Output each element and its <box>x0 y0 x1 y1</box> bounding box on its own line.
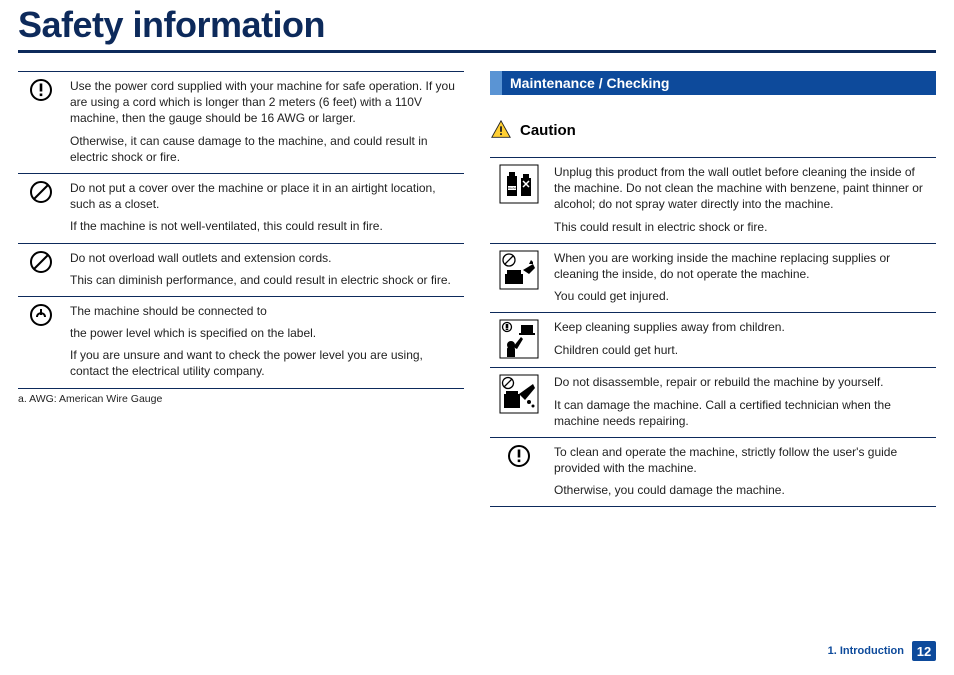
safety-paragraph: To clean and operate the machine, strict… <box>554 444 930 476</box>
content-columns: Use the power cord supplied with your ma… <box>18 71 936 507</box>
safety-row-text: Unplug this product from the wall outlet… <box>548 158 936 244</box>
safety-row-text: Use the power cord supplied with your ma… <box>64 72 464 174</box>
safety-row: Alcohol Unplug this product from the wal… <box>490 158 936 244</box>
safety-row: Use the power cord supplied with your ma… <box>18 72 464 174</box>
safety-paragraph: the power level which is specified on th… <box>70 325 458 341</box>
chapter-label: 1. Introduction <box>828 645 904 657</box>
caution-heading: Caution <box>490 119 936 141</box>
safety-paragraph: This could result in electric shock or f… <box>554 219 930 235</box>
svg-text:Alcohol: Alcohol <box>507 186 517 190</box>
safety-paragraph: It can damage the machine. Call a certif… <box>554 397 930 429</box>
safety-paragraph: Keep cleaning supplies away from childre… <box>554 319 930 335</box>
safety-paragraph: The machine should be connected to <box>70 303 458 319</box>
power-label-icon <box>18 296 64 388</box>
no-disassemble-icon <box>490 368 548 438</box>
safety-row: When you are working inside the machine … <box>490 243 936 313</box>
right-safety-table: Alcohol Unplug this product from the wal… <box>490 157 936 507</box>
safety-paragraph: Do not overload wall outlets and extensi… <box>70 250 458 266</box>
safety-row: To clean and operate the machine, strict… <box>490 437 936 507</box>
safety-paragraph: Do not put a cover over the machine or p… <box>70 180 458 212</box>
safety-paragraph: Do not disassemble, repair or rebuild th… <box>554 374 930 390</box>
safety-row: Do not disassemble, repair or rebuild th… <box>490 368 936 438</box>
safety-paragraph: This can diminish performance, and could… <box>70 272 458 288</box>
safety-paragraph: Otherwise, you could damage the machine. <box>554 482 930 498</box>
section-heading-bar: Maintenance / Checking <box>490 71 936 95</box>
safety-row-text: Do not put a cover over the machine or p… <box>64 173 464 243</box>
safety-row-text: Do not overload wall outlets and extensi… <box>64 243 464 296</box>
caution-icon <box>490 119 512 141</box>
safety-paragraph: Unplug this product from the wall outlet… <box>554 164 930 213</box>
safety-row-text: To clean and operate the machine, strict… <box>548 437 936 507</box>
safety-row: The machine should be connected to the po… <box>18 296 464 388</box>
footnote: a. AWG: American Wire Gauge <box>18 393 464 405</box>
left-column: Use the power cord supplied with your ma… <box>18 71 464 507</box>
safety-paragraph: You could get injured. <box>554 288 930 304</box>
safety-row-text: When you are working inside the machine … <box>548 243 936 313</box>
page-footer: 1. Introduction 12 <box>828 641 936 661</box>
safety-paragraph: Otherwise, it can cause damage to the ma… <box>70 133 458 165</box>
safety-row: Do not put a cover over the machine or p… <box>18 173 464 243</box>
safety-row: Do not overload wall outlets and extensi… <box>18 243 464 296</box>
document-page: Safety information Use the power cord su… <box>0 0 954 507</box>
page-title: Safety information <box>18 0 936 53</box>
safety-paragraph: Children could get hurt. <box>554 342 930 358</box>
chemicals-icon: Alcohol <box>490 158 548 244</box>
safety-paragraph: When you are working inside the machine … <box>554 250 930 282</box>
page-number: 12 <box>912 641 936 661</box>
safety-row-text: Do not disassemble, repair or rebuild th… <box>548 368 936 438</box>
right-column: Maintenance / Checking Caution Alcohol <box>490 71 936 507</box>
prohibit-icon <box>18 243 64 296</box>
warning-circle-icon <box>18 72 64 174</box>
safety-row-text: The machine should be connected to the po… <box>64 296 464 388</box>
safety-paragraph: If you are unsure and want to check the … <box>70 347 458 379</box>
left-safety-table: Use the power cord supplied with your ma… <box>18 71 464 389</box>
child-reach-icon <box>490 313 548 368</box>
safety-paragraph: Use the power cord supplied with your ma… <box>70 78 458 127</box>
hand-machine-icon <box>490 243 548 313</box>
prohibit-icon <box>18 173 64 243</box>
safety-row: Keep cleaning supplies away from childre… <box>490 313 936 368</box>
caution-label: Caution <box>520 122 576 139</box>
safety-paragraph: If the machine is not well-ventilated, t… <box>70 218 458 234</box>
safety-row-text: Keep cleaning supplies away from childre… <box>548 313 936 368</box>
warning-circle-icon <box>490 437 548 507</box>
